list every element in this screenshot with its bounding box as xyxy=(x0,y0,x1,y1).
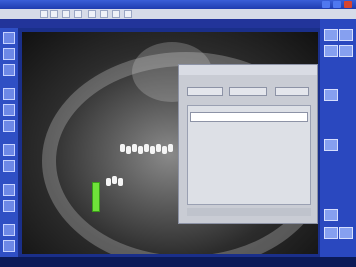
tool-button-5[interactable] xyxy=(3,104,15,116)
tool-button-10[interactable] xyxy=(3,200,15,212)
tool-button-1[interactable] xyxy=(3,32,15,44)
close-button[interactable] xyxy=(344,1,352,8)
toolbar-button-3[interactable] xyxy=(62,10,70,18)
side-button-8[interactable] xyxy=(324,227,338,239)
right-tool-panel xyxy=(320,19,356,257)
side-button-4[interactable] xyxy=(339,45,353,57)
side-button-2[interactable] xyxy=(339,29,353,41)
dialog-content-panel xyxy=(187,105,311,205)
toolbar-button-6[interactable] xyxy=(100,10,108,18)
properties-dialog xyxy=(178,64,318,224)
status-bar xyxy=(0,257,356,267)
toolbar-button-2[interactable] xyxy=(50,10,58,18)
implant-marker[interactable] xyxy=(92,182,100,212)
tool-button-2[interactable] xyxy=(3,48,15,60)
tool-button-3[interactable] xyxy=(3,64,15,76)
side-button-3[interactable] xyxy=(324,45,338,57)
tooth xyxy=(156,144,161,152)
toolbar-button-4[interactable] xyxy=(74,10,82,18)
tooth xyxy=(162,146,167,154)
dialog-tab-2[interactable] xyxy=(229,87,267,96)
secondary-toolbar xyxy=(0,19,356,28)
side-button-7[interactable] xyxy=(324,209,338,221)
tooth xyxy=(132,144,137,152)
toolbar-button-7[interactable] xyxy=(112,10,120,18)
tooth xyxy=(120,144,125,152)
side-button-1[interactable] xyxy=(324,29,338,41)
side-button-5[interactable] xyxy=(324,89,338,101)
dialog-footer xyxy=(187,208,311,216)
toolbar-button-5[interactable] xyxy=(88,10,96,18)
tooth xyxy=(126,146,131,154)
menu-toolbar xyxy=(0,9,356,19)
application-window xyxy=(0,0,356,267)
tooth xyxy=(150,146,155,154)
tooth xyxy=(112,176,117,184)
left-tool-panel xyxy=(0,28,18,257)
tooth xyxy=(106,178,111,186)
maximize-button[interactable] xyxy=(333,1,341,8)
dialog-tab-3[interactable] xyxy=(275,87,309,96)
tooth xyxy=(168,144,173,152)
dialog-title-bar xyxy=(179,65,317,75)
side-button-9[interactable] xyxy=(339,227,353,239)
tooth xyxy=(138,146,143,154)
minimize-button[interactable] xyxy=(322,1,330,8)
tool-button-8[interactable] xyxy=(3,160,15,172)
tool-button-6[interactable] xyxy=(3,120,15,132)
dialog-tab-1[interactable] xyxy=(187,87,223,96)
tool-button-4[interactable] xyxy=(3,88,15,100)
toolbar-button-8[interactable] xyxy=(124,10,132,18)
tooth xyxy=(144,144,149,152)
title-bar xyxy=(0,0,356,9)
tool-button-7[interactable] xyxy=(3,144,15,156)
dialog-list-row[interactable] xyxy=(190,112,308,122)
tool-button-11[interactable] xyxy=(3,224,15,236)
tool-button-9[interactable] xyxy=(3,184,15,196)
tool-button-12[interactable] xyxy=(3,240,15,252)
side-button-6[interactable] xyxy=(324,139,338,151)
tooth xyxy=(118,178,123,186)
toolbar-button-1[interactable] xyxy=(40,10,48,18)
